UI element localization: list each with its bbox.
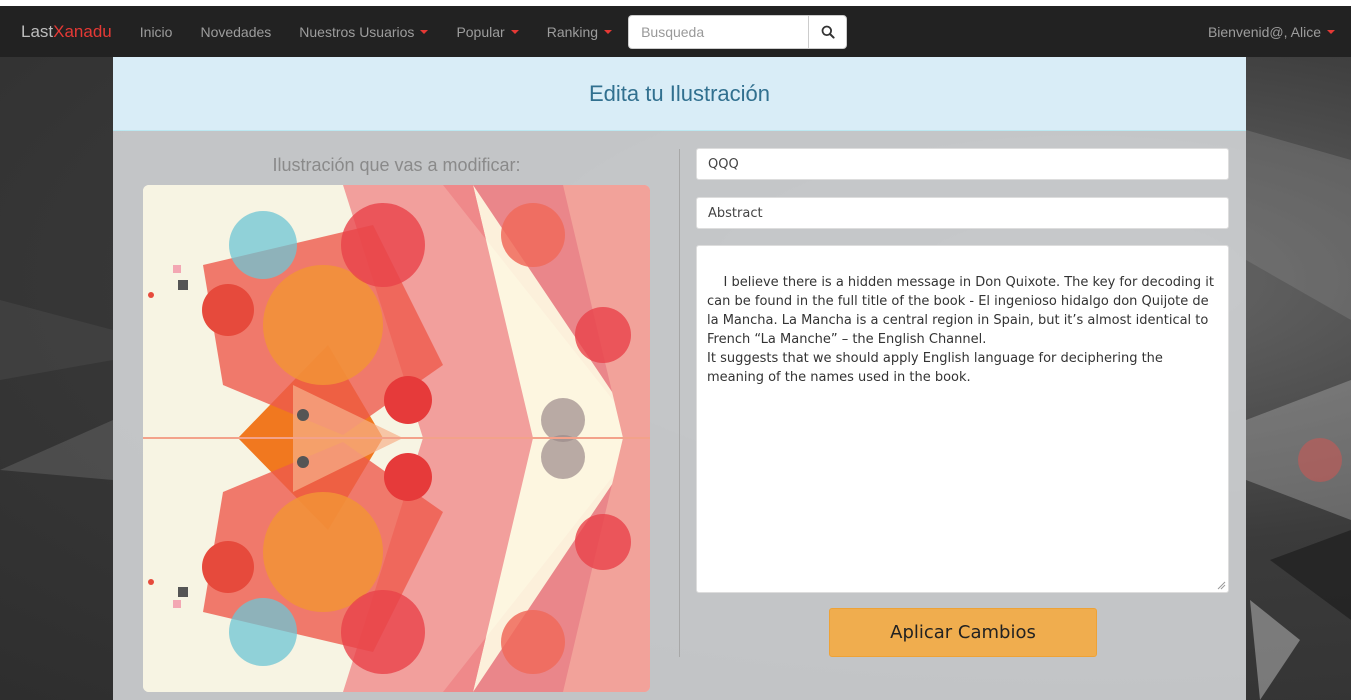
- apply-changes-button[interactable]: Aplicar Cambios: [829, 608, 1097, 657]
- navbar: LastXanadu Inicio Novedades Nuestros Usu…: [0, 6, 1351, 57]
- caret-down-icon: [420, 29, 429, 34]
- caret-down-icon: [1327, 29, 1335, 34]
- nav-item-label: Popular: [456, 23, 505, 40]
- search-input[interactable]: [628, 14, 809, 49]
- nav-item-popular[interactable]: Popular: [442, 6, 532, 57]
- brand-name-first: Last: [21, 21, 54, 41]
- nav-item-label: Ranking: [546, 23, 599, 40]
- nav-item-inicio[interactable]: Inicio: [126, 6, 187, 57]
- description-textarea[interactable]: I believe there is a hidden message in D…: [696, 245, 1229, 593]
- column-divider: [679, 149, 680, 657]
- resize-grip-icon[interactable]: [1217, 581, 1226, 590]
- page-title: Edita tu Ilustración: [589, 80, 770, 106]
- nav-item-ranking[interactable]: Ranking: [533, 6, 626, 57]
- nav-item-label: Novedades: [200, 23, 272, 40]
- nav-item-novedades[interactable]: Novedades: [186, 6, 285, 57]
- brand-name-accent: Xanadu: [53, 21, 112, 41]
- title-input[interactable]: QQQ: [696, 148, 1229, 180]
- illustration-label: Ilustración que vas a modificar:: [272, 155, 521, 175]
- panel-heading: Edita tu Ilustración: [113, 57, 1246, 131]
- caret-down-icon: [604, 29, 613, 34]
- apply-changes-label: Aplicar Cambios: [890, 622, 1036, 643]
- description-text: I believe there is a hidden message in D…: [707, 275, 1214, 385]
- category-input[interactable]: Abstract: [696, 197, 1229, 229]
- brand-logo[interactable]: LastXanadu: [0, 22, 126, 42]
- search-form: [628, 14, 848, 49]
- search-icon: [821, 25, 835, 39]
- user-greeting: Bienvenid@, Alice: [1207, 23, 1321, 40]
- nav-item-label: Inicio: [139, 23, 173, 40]
- nav-item-nuestros-usuarios[interactable]: Nuestros Usuarios: [285, 6, 442, 57]
- search-button[interactable]: [808, 14, 848, 49]
- title-input-value: QQQ: [708, 156, 739, 172]
- category-input-value: Abstract: [708, 205, 763, 221]
- illustration-image: [143, 185, 650, 692]
- user-menu[interactable]: Bienvenid@, Alice: [1194, 6, 1351, 57]
- abstract-artwork: [143, 185, 650, 692]
- nav-item-label: Nuestros Usuarios: [299, 23, 415, 40]
- illustration-column: Ilustración que vas a modificar:: [113, 131, 680, 700]
- edit-panel: Edita tu Ilustración Ilustración que vas…: [113, 57, 1246, 700]
- caret-down-icon: [510, 29, 519, 34]
